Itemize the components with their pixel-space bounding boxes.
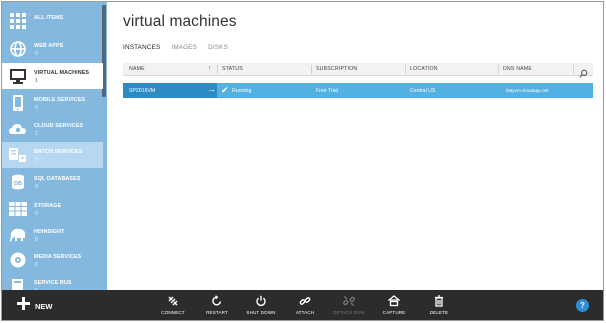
database-icon: DB xyxy=(8,173,28,191)
portal-window: ALL ITEMS WEB APPS 0 VIRTUAL MACHINES 1 xyxy=(1,1,604,321)
tab-disks[interactable]: DISKS xyxy=(208,44,228,51)
checkmark-icon: ✔ xyxy=(221,85,229,95)
attach-label: ATTACH xyxy=(295,310,315,315)
sidebar-item-count: 1 xyxy=(35,131,38,137)
restart-button[interactable]: RESTART xyxy=(195,295,239,319)
capture-label: CAPTURE xyxy=(382,310,406,315)
restart-icon xyxy=(211,295,223,307)
shut-down-label: SHUT DOWN xyxy=(246,310,276,315)
sidebar-item-label: SQL DATABASES xyxy=(34,176,81,182)
sidebar-item-count: 0 xyxy=(35,184,38,190)
sidebar: ALL ITEMS WEB APPS 0 VIRTUAL MACHINES 1 xyxy=(2,2,107,290)
sidebar-item-label: ALL ITEMS xyxy=(34,15,64,21)
sidebar-item-cloud-services[interactable]: CLOUD SERVICES 1 xyxy=(2,116,103,142)
phone-icon xyxy=(8,94,28,112)
cloud-gear-icon xyxy=(8,120,28,138)
sidebar-item-sql-databases[interactable]: DB SQL DATABASES 0 xyxy=(2,169,103,195)
tab-instances[interactable]: INSTANCES xyxy=(123,44,160,51)
vm-dns-name[interactable]: fattyvm.cloudapp.net xyxy=(506,88,548,93)
sidebar-item-web-apps[interactable]: WEB APPS 0 xyxy=(2,36,103,62)
sidebar-item-all-items[interactable]: ALL ITEMS xyxy=(2,8,103,34)
sidebar-item-mobile-services[interactable]: MOBILE SERVICES 0 xyxy=(2,90,103,116)
sidebar-item-count: 0 xyxy=(35,157,38,163)
service-bus-icon xyxy=(8,277,28,290)
command-bar: NEW CONNECT RESTART SHUT DOWN ATTACH DET… xyxy=(2,290,603,320)
detach-disk-button[interactable]: DETACH DISK xyxy=(327,295,371,319)
sidebar-item-label: HDINSIGHT xyxy=(34,229,65,235)
column-divider xyxy=(498,65,499,74)
batch-icon xyxy=(8,146,28,164)
shut-down-button[interactable]: SHUT DOWN xyxy=(239,295,283,319)
sidebar-item-count: 0 xyxy=(35,211,38,217)
sidebar-item-batch-services[interactable]: BATCH SERVICES 0 xyxy=(2,142,103,168)
media-icon xyxy=(8,251,28,269)
tab-bar: INSTANCES IMAGES DISKS xyxy=(123,44,228,51)
table-row[interactable]: SP2016VM → ✔ Running Free Trial Central … xyxy=(123,83,593,98)
plus-icon xyxy=(16,296,31,316)
column-header-subscription[interactable]: SUBSCRIPTION xyxy=(316,66,357,72)
sidebar-item-label: VIRTUAL MACHINES xyxy=(34,70,90,76)
connect-button[interactable]: CONNECT xyxy=(151,295,195,319)
connect-label: CONNECT xyxy=(161,310,185,315)
sidebar-item-label: BATCH SERVICES xyxy=(34,149,83,155)
restart-label: RESTART xyxy=(206,310,228,315)
sidebar-item-label: MEDIA SERVICES xyxy=(34,254,82,260)
column-header-location[interactable]: LOCATION xyxy=(410,66,438,72)
vm-name[interactable]: SP2016VM xyxy=(129,88,155,94)
grid-icon xyxy=(8,12,28,30)
sidebar-item-label: CLOUD SERVICES xyxy=(34,123,84,129)
elephant-icon xyxy=(8,226,28,244)
search-icon[interactable] xyxy=(579,65,588,78)
column-header-status[interactable]: STATUS xyxy=(222,66,243,72)
sidebar-item-count: 0 xyxy=(35,237,38,243)
detach-disk-label: DETACH DISK xyxy=(333,310,365,315)
sidebar-item-count: 0 xyxy=(35,51,38,57)
svg-text:DB: DB xyxy=(14,181,22,187)
sidebar-item-label: STORAGE xyxy=(34,203,62,209)
column-divider xyxy=(405,65,406,74)
delete-label: DELETE xyxy=(429,310,449,315)
column-divider xyxy=(311,65,312,74)
storage-icon xyxy=(8,200,28,218)
sidebar-item-hdinsight[interactable]: HDINSIGHT 0 xyxy=(2,222,103,248)
sidebar-item-label: MOBILE SERVICES xyxy=(34,97,86,103)
table-header: NAME ↑ STATUS SUBSCRIPTION LOCATION DNS … xyxy=(123,63,593,78)
column-divider xyxy=(217,65,218,74)
sidebar-item-storage[interactable]: STORAGE 0 xyxy=(2,196,103,222)
sidebar-item-media-services[interactable]: MEDIA SERVICES 0 xyxy=(2,247,103,273)
monitor-icon xyxy=(8,67,28,85)
page-title: virtual machines xyxy=(123,13,237,30)
column-divider xyxy=(573,65,574,74)
capture-button[interactable]: CAPTURE xyxy=(372,295,416,319)
column-header-dns-name[interactable]: DNS NAME xyxy=(503,66,532,72)
attach-button[interactable]: ATTACH xyxy=(283,295,327,319)
trash-icon xyxy=(433,295,445,307)
vm-status: Running xyxy=(232,87,252,94)
sidebar-item-label: SERVICE BUS xyxy=(34,280,72,286)
column-header-name[interactable]: NAME xyxy=(129,66,145,72)
globe-icon xyxy=(8,40,28,58)
tab-images[interactable]: IMAGES xyxy=(171,44,197,51)
link-icon xyxy=(299,295,311,307)
vm-location: Central US xyxy=(410,87,436,94)
unlink-icon xyxy=(343,295,355,307)
arrow-right-icon[interactable]: → xyxy=(207,84,216,94)
sort-ascending-icon[interactable]: ↑ xyxy=(208,65,212,72)
new-button-label: NEW xyxy=(35,301,53,311)
sidebar-item-label: WEB APPS xyxy=(34,43,64,49)
sidebar-item-count: 0 xyxy=(35,105,38,111)
delete-button[interactable]: DELETE xyxy=(417,295,461,319)
sidebar-item-count: 1 xyxy=(35,78,38,84)
sidebar-item-service-bus[interactable]: SERVICE BUS 0 xyxy=(2,273,103,290)
new-button[interactable]: NEW xyxy=(16,296,53,316)
help-button[interactable]: ? xyxy=(576,299,589,312)
power-icon xyxy=(255,295,267,307)
connect-icon xyxy=(167,295,179,307)
vm-subscription: Free Trial xyxy=(316,87,338,94)
capture-icon xyxy=(388,295,400,307)
sidebar-item-virtual-machines[interactable]: VIRTUAL MACHINES 1 xyxy=(2,63,103,89)
sidebar-item-count: 0 xyxy=(35,262,38,268)
